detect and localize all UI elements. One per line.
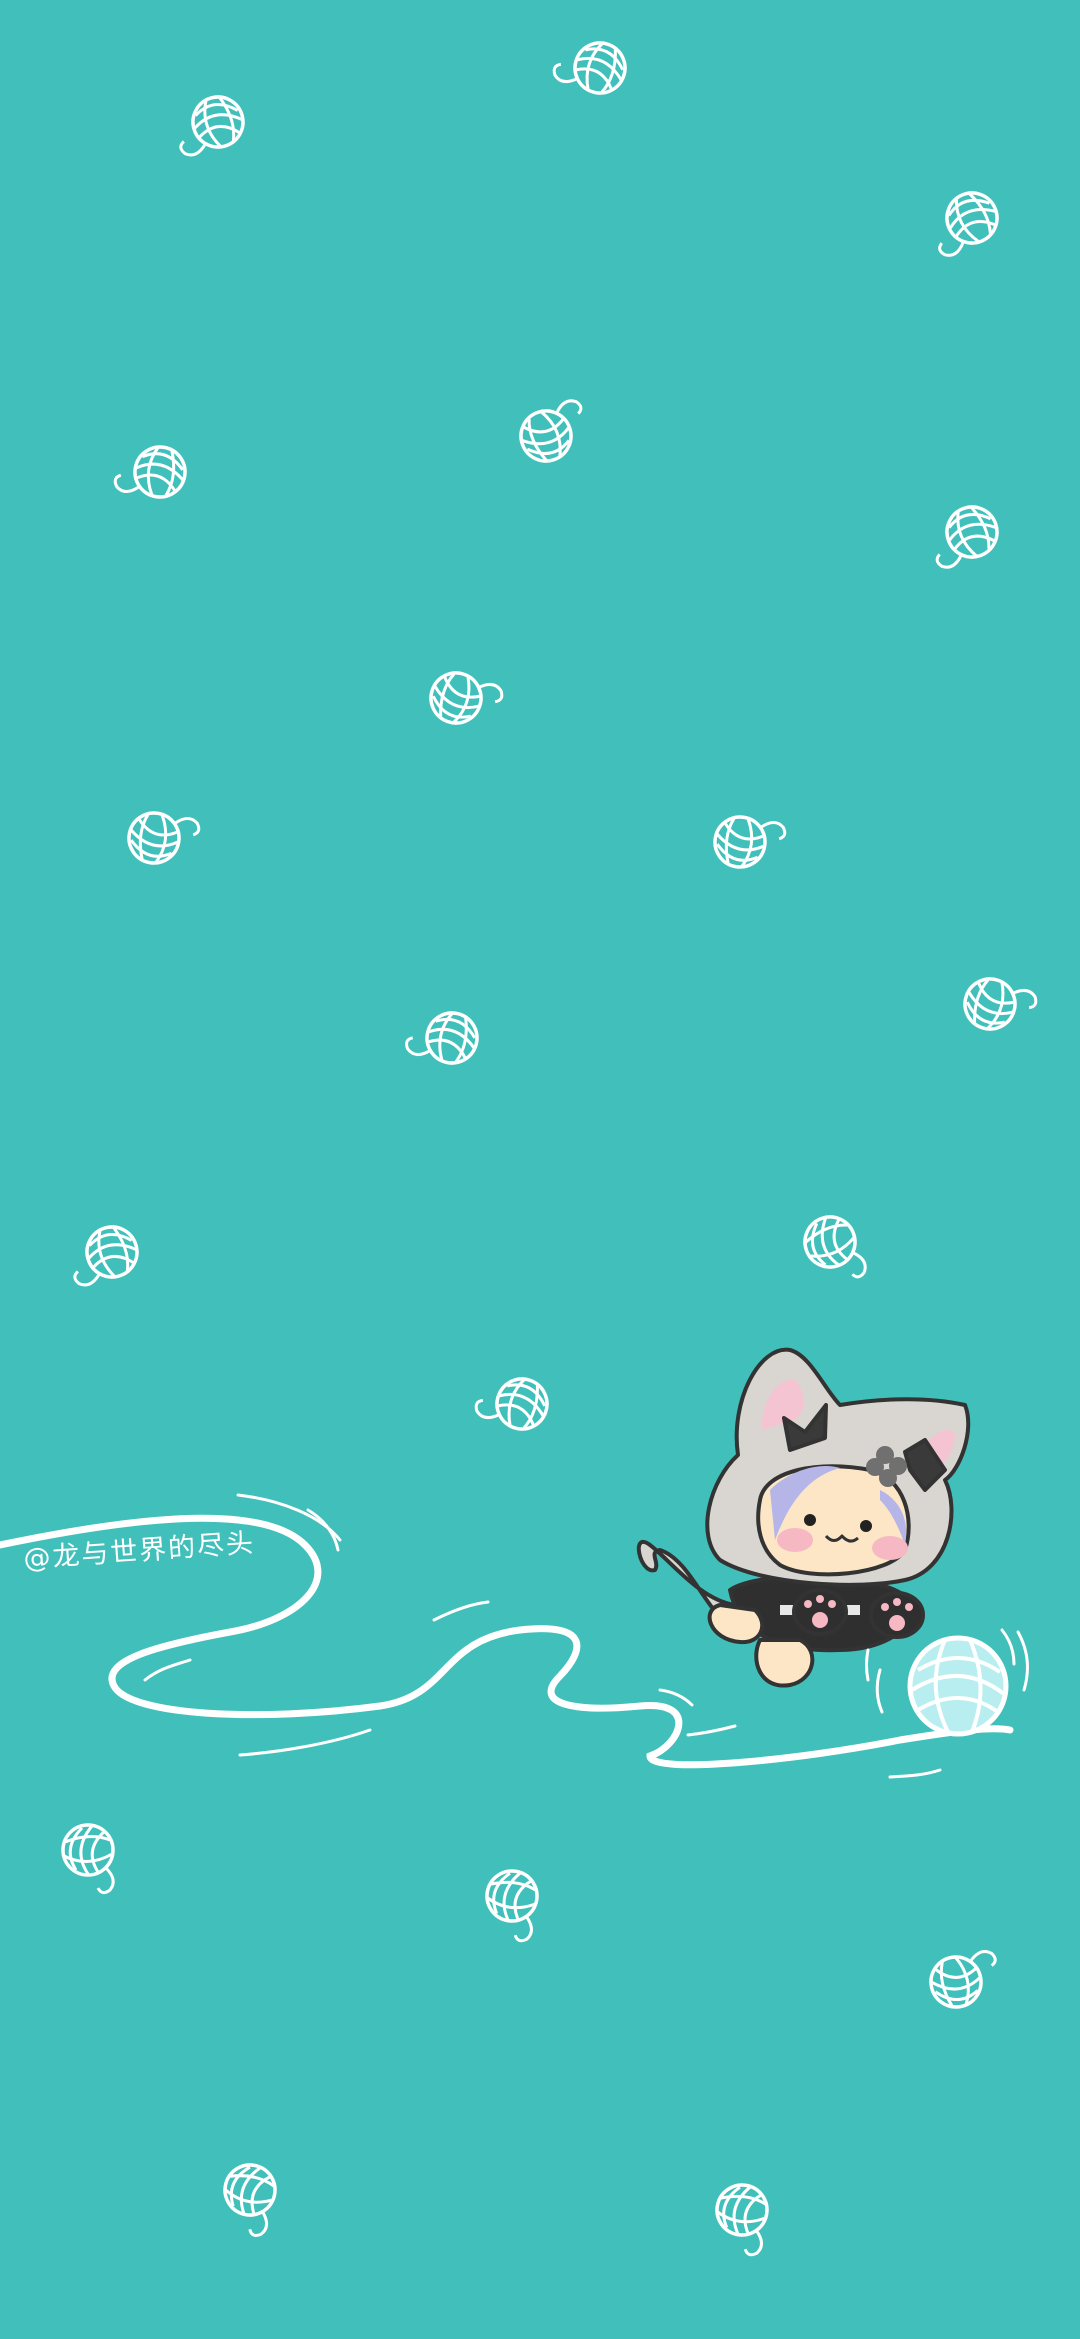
yarn-ball-icon: [111, 438, 191, 503]
yarn-ball-icon: [123, 807, 203, 872]
yarn-ball-icon: [796, 1208, 870, 1293]
cat-leg: [707, 1603, 765, 1645]
yarn-ball-icon: [422, 664, 507, 738]
yarn-ball-pattern: [61, 28, 1041, 2259]
yarn-ball-icon: [478, 1865, 543, 1945]
cat-eye: [860, 1520, 872, 1532]
cat-paw: [869, 1591, 925, 1639]
wallpaper-illustration: [0, 28, 1041, 2259]
cat-eye: [804, 1514, 816, 1526]
yarn-ball-icon: [61, 1823, 115, 1895]
yarn-ball-icon: [921, 498, 1006, 572]
yarn-ball-icon: [549, 28, 634, 102]
yarn-ball-icon: [402, 1001, 485, 1071]
yarn-ball-icon: [471, 1364, 556, 1438]
cat-paw: [792, 1588, 848, 1636]
yarn-ball-icon: [213, 2157, 283, 2240]
chibi-cat-character: [636, 1347, 971, 1688]
yarn-ball-icon: [62, 1219, 145, 1290]
yarn-ball-icon: [708, 2179, 773, 2259]
yarn-ball-icon: [168, 89, 251, 160]
yarn-ball-icon: [512, 396, 597, 470]
blue-yarn-ball: [865, 1628, 1029, 1737]
yarn-ball-icon: [921, 183, 1008, 261]
yarn-ball-icon: [709, 811, 789, 876]
yarn-ball-icon: [925, 1948, 1005, 2013]
yarn-ball-icon: [956, 970, 1041, 1044]
cat-leg: [754, 1638, 815, 1688]
